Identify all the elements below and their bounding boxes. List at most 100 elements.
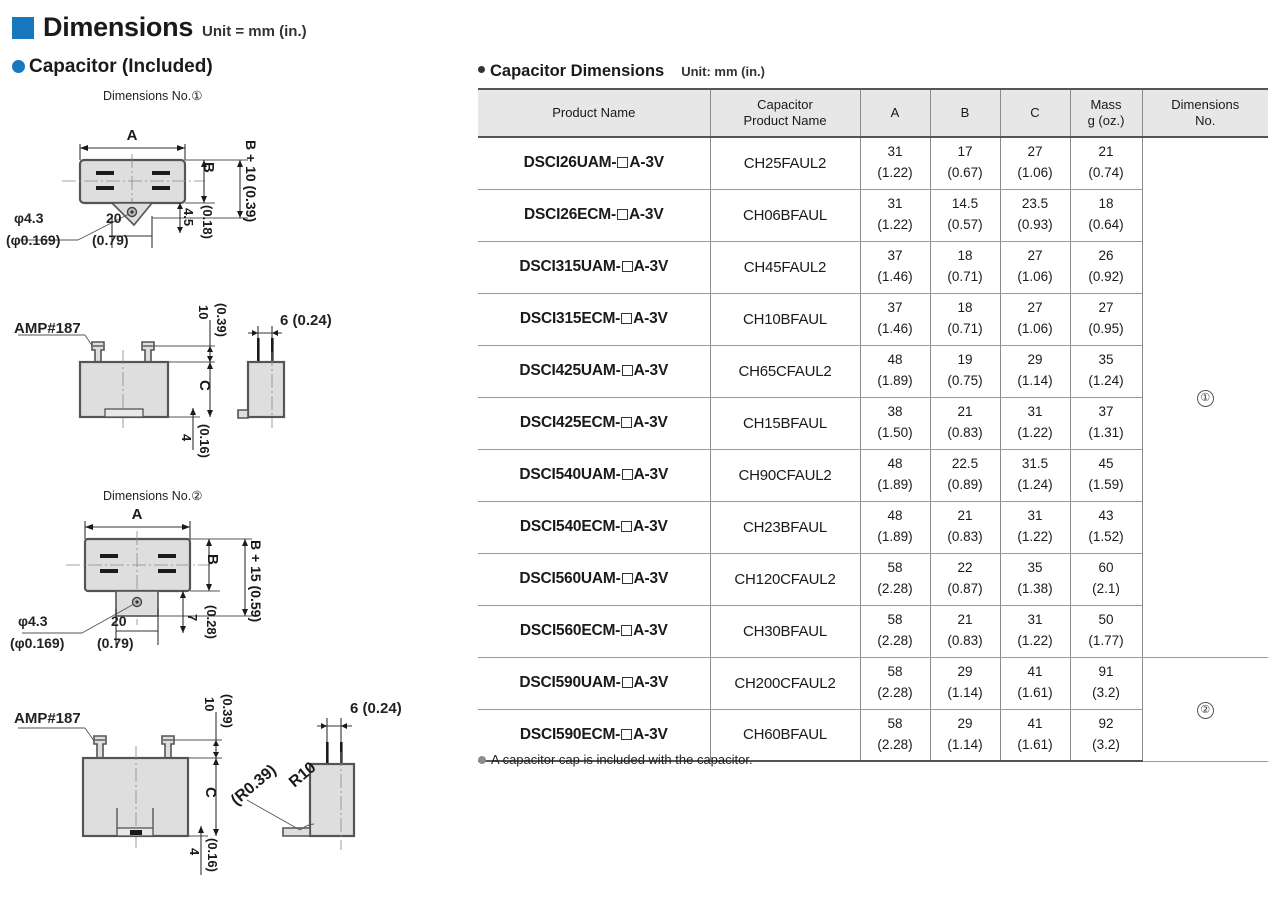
dim-label-45-inch: (0.18) [200,205,215,239]
cell-a-mm: 48 [887,508,903,524]
cell-b-inch: (0.89) [947,477,983,492]
cell-a-mm: 58 [887,612,903,628]
product-name-prefix: DSCI315ECM- [519,310,621,327]
datasheet-page: Dimensions Unit = mm (in.) Capacitor (In… [0,0,1280,914]
dim-6-inch-2: (0.24) [362,700,402,717]
cell-b-inch: (0.83) [947,425,983,440]
cell-a-mm: 37 [887,248,903,264]
cell-c-inch: (1.22) [1017,529,1053,544]
cell-c: 35 (1.38) [999,553,1071,606]
dim-label-dia43-inch-2: (φ0.169) [10,635,65,651]
dim-label-a-2: A [132,506,143,523]
dim-label-a: A [127,127,138,144]
dim-6-inch-1: (0.24) [292,312,332,329]
cell-mass-mm: 35 [1098,352,1114,368]
cell-b-mm: 19 [957,352,973,368]
cell-product-name: DSCI590UAM- A-3V [478,657,711,710]
cell-c-inch: (1.22) [1017,425,1053,440]
page-title: Dimensions [43,12,194,42]
col-header-b: B [929,88,1001,138]
cell-a-inch: (2.28) [877,685,913,700]
cell-product-name: DSCI560UAM- A-3V [478,553,711,606]
cell-mass: 50 (1.77) [1069,605,1142,658]
table-title-block: Capacitor Dimensions Unit: mm (in.) [478,63,765,80]
cell-a: 48 (1.89) [859,501,931,554]
dim-label-7-wrap: 7 [185,608,200,626]
blue-square-bullet-icon [12,17,34,39]
product-name-suffix: A-3V [633,258,669,275]
footnote-text: A capacitor cap is included with the cap… [491,752,753,767]
dim-label-dia43-inch-1: (φ0.169) [6,232,61,248]
cell-capacitor-product-name: CH120CFAUL2 [709,553,861,606]
capacitor-dimensions-table: Product Name Capacitor Product Name A B … [478,88,1268,762]
placeholder-square-icon [617,157,629,169]
cell-mass: 27 (0.95) [1069,293,1142,346]
circled-number-icon: ② [1196,701,1214,719]
cell-c-mm: 41 [1027,715,1043,731]
cell-b-inch: (0.71) [947,321,983,336]
cell-b: 21 (0.83) [929,501,1001,554]
cell-c-mm: 27 [1027,248,1043,264]
cell-b: 29 (1.14) [929,709,1001,762]
cell-b-mm: 29 [957,715,973,731]
col-header-mass-line1: Mass [1090,96,1122,112]
section-title: Capacitor (Included) [29,56,213,77]
cell-mass-mm: 43 [1098,508,1114,524]
cell-product-name: DSCI26ECM- A-3V [478,189,711,242]
cell-b-inch: (0.57) [947,217,983,232]
dim-label-bplus15: B + 15 (0.59) [248,540,264,623]
cell-mass: 92 (3.2) [1069,709,1142,762]
dim-label-c-1: C [196,380,213,391]
cell-product-name: DSCI425ECM- A-3V [478,397,711,450]
cell-c: 41 (1.61) [999,709,1071,762]
placeholder-square-icon [621,677,633,688]
cell-capacitor-product-name: CH06BFAUL [709,189,861,242]
cell-b-inch: (1.14) [947,736,983,752]
dim-label-4-1-wrap: 4 [179,428,194,446]
product-name-suffix: A-3V [633,414,668,431]
cell-c: 41 (1.61) [999,657,1071,710]
cell-b-inch: (0.87) [947,581,983,596]
cell-a-mm: 48 [887,352,903,368]
dim-label-amp-2: AMP#187 [14,710,81,727]
cell-a: 31 (1.22) [859,137,931,190]
cell-c-mm: 29 [1027,352,1043,368]
product-name-prefix: DSCI425UAM- [519,362,621,379]
dim-label-4-inch-2: (0.16) [205,838,220,872]
dim-label-bplus10-wrap: B + 10 (0.39) [243,140,259,227]
cell-c-mm: 31 [1027,508,1043,524]
dim-label-7: 7 [185,613,200,621]
cell-c: 31 (1.22) [999,605,1071,658]
cell-c-inch: (1.61) [1017,685,1053,700]
cell-c: 31 (1.22) [999,397,1071,450]
cell-c-mm: 35 [1027,560,1043,576]
cell-a-inch: (1.89) [877,373,913,388]
dim-6-val-2: 6 [350,700,359,717]
cell-a-mm: 48 [887,456,903,472]
cell-b-mm: 17 [957,144,973,160]
cell-mass-inch: (1.77) [1088,633,1124,648]
cell-b: 21 (0.83) [929,605,1001,658]
product-name-prefix: DSCI26UAM- [523,154,617,172]
product-name-suffix: A-3V [633,518,668,535]
cell-mass-mm: 27 [1098,300,1114,316]
cell-c-mm: 23.5 [1021,196,1049,212]
cell-product-name: DSCI315UAM- A-3V [478,241,711,294]
cell-b-mm: 29 [957,664,973,680]
dim-label-45in-wrap: (0.18) [200,205,215,244]
cell-mass-mm: 60 [1098,560,1114,576]
cell-dimensions-no: ② [1141,657,1268,762]
cell-mass-mm: 45 [1098,456,1114,472]
cell-a-mm: 58 [887,664,903,680]
cell-product-name: DSCI540ECM- A-3V [478,501,711,554]
cell-a: 31 (1.22) [859,189,931,242]
cell-mass-mm: 26 [1098,248,1114,264]
dim-label-b-1-wrap: B [200,160,217,178]
cell-capacitor-product-name: CH30BFAUL [709,605,861,658]
dim-label-10in-1-wrap: (0.39) [214,303,229,342]
cell-c-inch: (1.06) [1017,269,1053,284]
cell-a-inch: (2.28) [877,581,913,596]
cell-mass: 35 (1.24) [1069,345,1142,398]
cell-a-inch: (1.46) [877,269,913,284]
cell-a-mm: 38 [887,404,903,420]
